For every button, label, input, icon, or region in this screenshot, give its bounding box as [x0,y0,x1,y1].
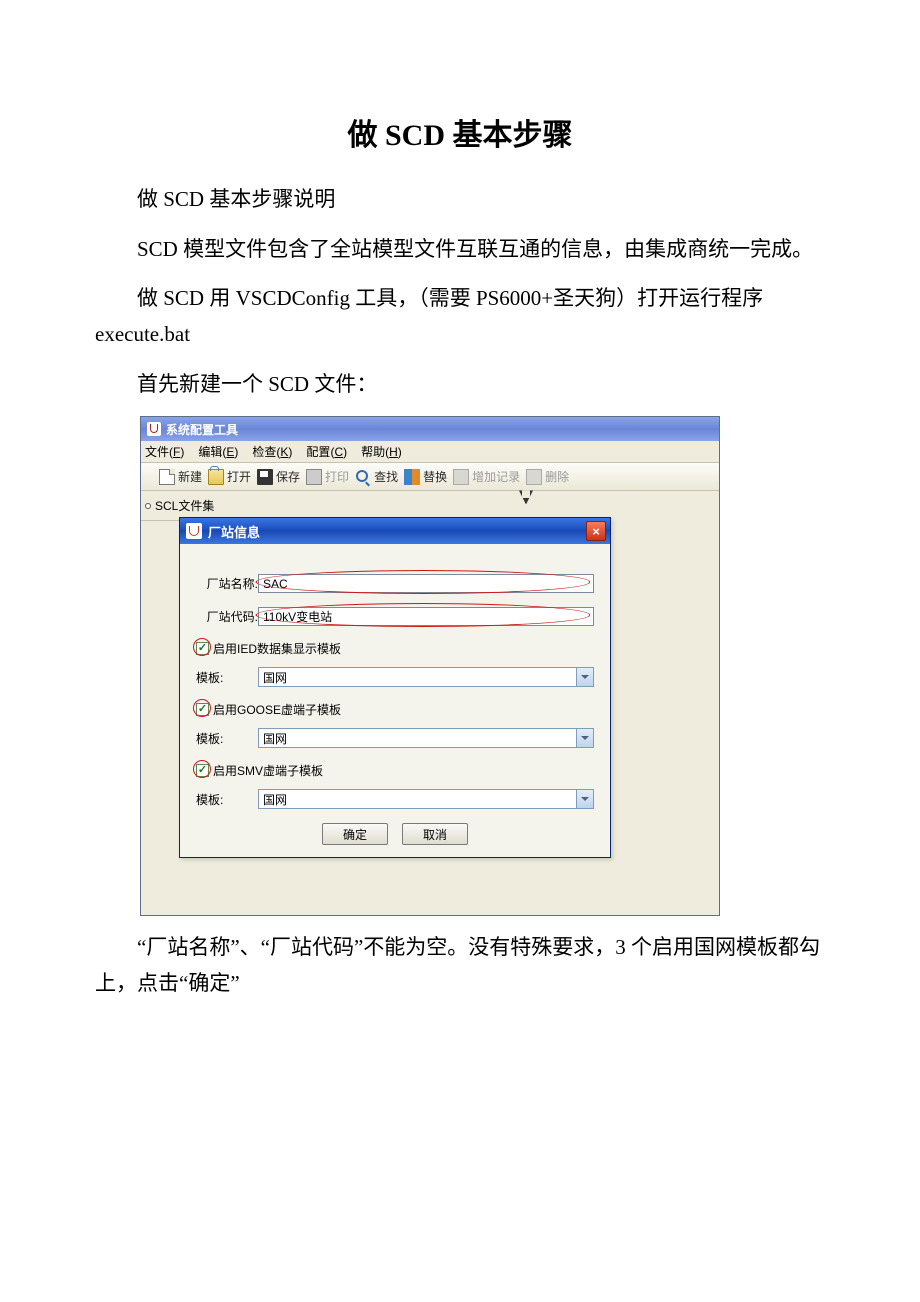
save-icon [257,469,273,485]
panel-collapse-icon[interactable] [519,490,533,504]
cancel-button[interactable]: 取消 [402,823,468,845]
station-name-label: 厂站名称: [196,575,258,592]
dialog-body: 厂站名称: 厂站代码: 启用IED数据集显示模板 模板: [180,544,610,857]
document-title: 做 SCD 基本步骤 [95,110,825,154]
java-icon [147,422,161,436]
menu-check[interactable]: 检查(K) [252,443,292,460]
outer-window-title: 系统配置工具 [166,421,238,438]
delete-record-icon [526,469,542,485]
chevron-down-icon [576,729,593,747]
toolbar-open[interactable]: 打开 [208,468,251,485]
goose-template-select[interactable]: 国网 [258,728,594,748]
java-icon [186,523,202,539]
chevron-down-icon [576,790,593,808]
outer-window-titlebar: 系统配置工具 [141,417,719,441]
replace-icon [404,469,420,485]
add-record-icon [453,469,469,485]
smv-template-value: 国网 [263,791,287,808]
tree-root-label: SCL文件集 [155,497,214,514]
new-icon [159,469,175,485]
goose-template-select-row: 模板: 国网 [196,728,594,748]
toolbar-new[interactable]: 新建 [159,468,202,485]
paragraph-2: SCD 模型文件包含了全站模型文件互联互通的信息，由集成商统一完成。 [95,232,825,268]
paragraph-5: “厂站名称”、“厂站代码”不能为空。没有特殊要求，3 个启用国网模板都勾上，点击… [95,930,825,1001]
dialog-button-row: 确定 取消 [196,823,594,845]
smv-template-select-row: 模板: 国网 [196,789,594,809]
ied-template-value: 国网 [263,669,287,686]
toolbar-find[interactable]: 查找 [355,468,398,485]
enable-ied-label: 启用IED数据集显示模板 [213,640,341,657]
dialog-close-button[interactable]: × [586,521,606,541]
template-label: 模板: [196,669,258,686]
dialog-titlebar: 厂站信息 × [180,518,610,544]
enable-goose-template-row: 启用GOOSE虚端子模板 [196,701,594,718]
menu-bar: 文件(F) 编辑(E) 检查(K) 配置(C) 帮助(H) [141,441,719,463]
station-code-label: 厂站代码: [196,608,258,625]
station-code-row: 厂站代码: [196,607,594,626]
toolbar-save[interactable]: 保存 [257,468,300,485]
station-code-input[interactable] [258,607,594,626]
chevron-down-icon [576,668,593,686]
menu-config[interactable]: 配置(C) [306,443,347,460]
app-screenshot: 系统配置工具 文件(F) 编辑(E) 检查(K) 配置(C) 帮助(H) 新建 … [140,416,720,916]
print-icon [306,469,322,485]
menu-edit[interactable]: 编辑(E) [198,443,238,460]
dialog-title: 厂站信息 [208,522,580,541]
goose-template-value: 国网 [263,730,287,747]
toolbar: 新建 打开 保存 打印 查找 替换 增加记录 删除 [141,463,719,491]
template-label: 模板: [196,730,258,747]
station-name-row: 厂站名称: [196,574,594,593]
open-icon [208,469,224,485]
ied-template-select-row: 模板: 国网 [196,667,594,687]
toolbar-add-record[interactable]: 增加记录 [453,468,520,485]
enable-smv-checkbox[interactable] [196,764,209,777]
find-icon [355,469,371,485]
app-body: SCL文件集 厂站信息 × 厂站名称: 厂站代码: [141,491,719,915]
menu-file[interactable]: 文件(F) [145,443,184,460]
station-name-input[interactable] [258,574,594,593]
enable-ied-template-row: 启用IED数据集显示模板 [196,640,594,657]
paragraph-3: 做 SCD 用 VSCDConfig 工具，（需要 PS6000+圣天狗）打开运… [95,281,825,352]
enable-ied-checkbox[interactable] [196,642,209,655]
toolbar-print[interactable]: 打印 [306,468,349,485]
paragraph-4: 首先新建一个 SCD 文件： [95,367,825,403]
paragraph-1: 做 SCD 基本步骤说明 [95,182,825,218]
enable-smv-label: 启用SMV虚端子模板 [213,762,323,779]
template-label: 模板: [196,791,258,808]
enable-smv-template-row: 启用SMV虚端子模板 [196,762,594,779]
tree-bullet-icon [145,503,151,509]
enable-goose-label: 启用GOOSE虚端子模板 [213,701,341,718]
toolbar-delete-record[interactable]: 删除 [526,468,569,485]
menu-help[interactable]: 帮助(H) [361,443,402,460]
toolbar-replace[interactable]: 替换 [404,468,447,485]
ied-template-select[interactable]: 国网 [258,667,594,687]
ok-button[interactable]: 确定 [322,823,388,845]
station-info-dialog: 厂站信息 × 厂站名称: 厂站代码: 启用IED数据集显示模板 [179,517,611,858]
enable-goose-checkbox[interactable] [196,703,209,716]
smv-template-select[interactable]: 国网 [258,789,594,809]
